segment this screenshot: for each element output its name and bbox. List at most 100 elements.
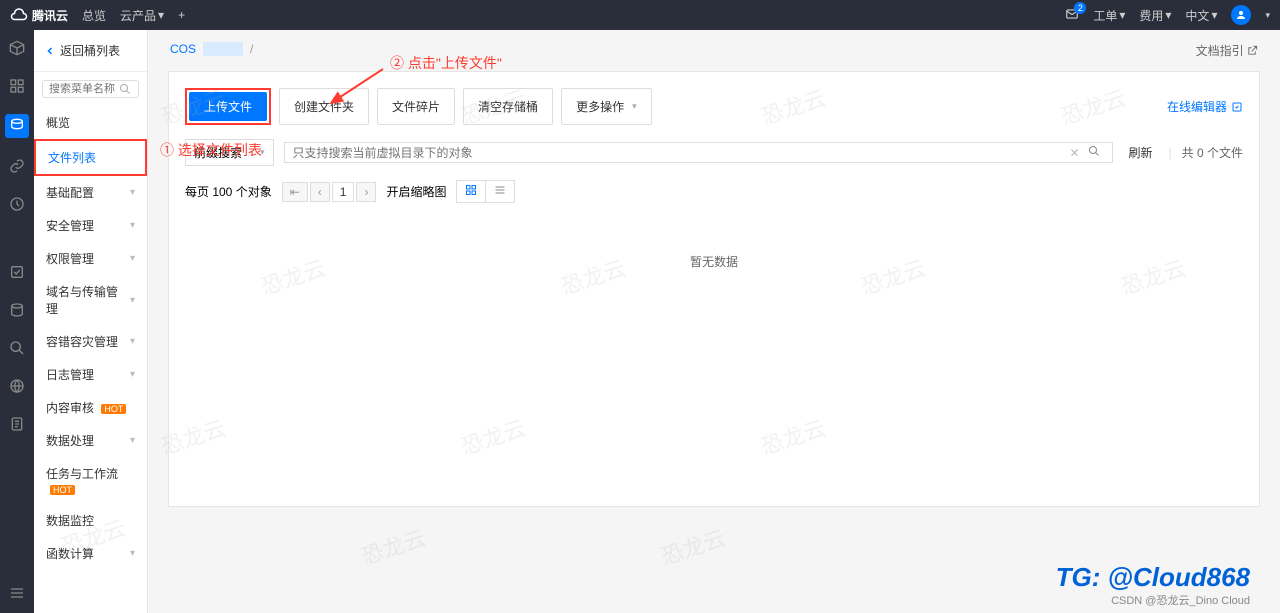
sidebar-item-12[interactable]: 函数计算▾: [34, 537, 147, 570]
external-icon: [1247, 45, 1258, 56]
more-actions-button[interactable]: 更多操作: [561, 88, 652, 125]
breadcrumb: COS /: [170, 42, 253, 59]
sidebar-item-2[interactable]: 基础配置 ▾: [34, 176, 147, 209]
sidebar: 返回桶列表 概览文件列表基础配置▾安全管理▾权限管理▾域名与传输管理▾容错容灾管…: [34, 30, 148, 613]
sidebar-item-label: 概览: [46, 114, 70, 131]
chevron-down-icon: ▾: [130, 253, 135, 264]
create-folder-button[interactable]: 创建文件夹: [279, 88, 369, 125]
brand-logo[interactable]: 腾讯云: [10, 6, 68, 24]
nav-products[interactable]: 云产品 ▾: [120, 7, 164, 24]
rail-doc-icon[interactable]: [7, 414, 27, 434]
nav-fees[interactable]: 费用 ▾: [1139, 7, 1171, 24]
rail-menu-icon[interactable]: [7, 583, 27, 603]
sidebar-item-6[interactable]: 容错容灾管理▾: [34, 325, 147, 358]
sidebar-item-label: 内容审核 HOT: [46, 399, 126, 416]
back-label: 返回桶列表: [60, 42, 120, 59]
view-grid[interactable]: [457, 181, 486, 202]
mail-badge: 2: [1074, 2, 1086, 14]
sidebar-search[interactable]: [42, 80, 139, 98]
sidebar-item-label: 函数计算: [46, 545, 94, 562]
arrow-left-icon: [44, 45, 56, 57]
fragments-button[interactable]: 文件碎片: [377, 88, 455, 125]
chevron-down-icon: ▾: [130, 187, 135, 198]
icon-rail: [0, 30, 34, 613]
sidebar-item-label: 任务与工作流 HOT: [46, 465, 135, 496]
view-toggle: [456, 180, 515, 203]
clear-icon[interactable]: ✕: [1065, 146, 1083, 160]
refresh-button[interactable]: 刷新: [1123, 144, 1159, 161]
rail-cube-icon[interactable]: [7, 38, 27, 58]
pager-row: 每页 100 个对象 ⇤ ‹ 1 › 开启缩略图: [185, 180, 1243, 203]
rail-bucket-icon[interactable]: [5, 114, 29, 138]
sidebar-item-label: 基础配置: [46, 184, 94, 201]
search-field-wrap: ✕: [284, 142, 1113, 163]
back-to-buckets[interactable]: 返回桶列表: [34, 30, 147, 72]
view-list[interactable]: [486, 181, 514, 202]
side-menu: 概览文件列表基础配置▾安全管理▾权限管理▾域名与传输管理▾容错容灾管理▾日志管理…: [34, 106, 147, 570]
search-mode-select[interactable]: 前缀搜索: [185, 139, 274, 166]
upload-highlight: 上传文件: [185, 88, 271, 125]
sidebar-item-9[interactable]: 数据处理▾: [34, 424, 147, 457]
clear-bucket-button[interactable]: 清空存储桶: [463, 88, 553, 125]
toolbar: 上传文件 创建文件夹 文件碎片 清空存储桶 更多操作 在线编辑器: [185, 88, 1243, 125]
rail-search-icon[interactable]: [7, 338, 27, 358]
sidebar-item-0[interactable]: 概览: [34, 106, 147, 139]
nav-lang[interactable]: 中文 ▾: [1185, 7, 1217, 24]
search-input[interactable]: [293, 146, 1066, 160]
search-go-icon[interactable]: [1084, 145, 1104, 160]
toolbar-left: 上传文件 创建文件夹 文件碎片 清空存储桶 更多操作: [185, 88, 652, 125]
empty-state: 暂无数据: [185, 203, 1243, 490]
chevron-down-icon: ▾: [130, 220, 135, 231]
main: COS / 文档指引 上传文件 创建文件夹 文件碎片 清空存储桶 更多操作 在线…: [148, 30, 1280, 613]
sidebar-item-label: 数据监控: [46, 512, 94, 529]
attribution: CSDN @恐龙云_Dino Cloud: [1111, 592, 1250, 608]
brand-text: 腾讯云: [32, 7, 68, 24]
chevron-down-icon: ▾: [130, 336, 135, 347]
sidebar-item-3[interactable]: 安全管理 ▾: [34, 209, 147, 242]
header-left: 腾讯云 总览 云产品 ▾ +: [10, 6, 185, 24]
top-header: 腾讯云 总览 云产品 ▾ + 2 工单 ▾ 费用 ▾ 中文 ▾ ▾: [0, 0, 1280, 30]
nav-plus[interactable]: +: [178, 8, 185, 22]
rail-globe-icon[interactable]: [7, 376, 27, 396]
rail-grid-icon[interactable]: [7, 76, 27, 96]
upload-button[interactable]: 上传文件: [189, 92, 267, 121]
sidebar-search-input[interactable]: [49, 83, 119, 95]
rail-database-icon[interactable]: [7, 300, 27, 320]
sidebar-item-label: 域名与传输管理: [46, 283, 130, 317]
sidebar-item-11[interactable]: 数据监控: [34, 504, 147, 537]
page-first[interactable]: ⇤: [282, 182, 308, 202]
page-next[interactable]: ›: [356, 182, 376, 202]
user-avatar[interactable]: [1231, 5, 1251, 25]
cloud-icon: [10, 6, 28, 24]
rail-link-icon[interactable]: [7, 156, 27, 176]
online-editor-link[interactable]: 在线编辑器: [1167, 98, 1243, 115]
search-bar: 前缀搜索 ✕ 刷新 | 共 0 个文件: [185, 139, 1243, 166]
crumb-bucket[interactable]: [203, 42, 242, 56]
rail-check-icon[interactable]: [7, 262, 27, 282]
sidebar-item-label: 文件列表: [48, 149, 96, 166]
sidebar-item-5[interactable]: 域名与传输管理▾: [34, 275, 147, 325]
sidebar-item-label: 权限管理: [46, 250, 94, 267]
sidebar-item-label: 安全管理: [46, 217, 94, 234]
pager: ⇤ ‹ 1 ›: [282, 182, 377, 202]
hot-badge: HOT: [50, 485, 75, 495]
sidebar-item-1[interactable]: 文件列表: [34, 139, 147, 176]
crumb-sep: /: [250, 42, 253, 56]
mail-icon[interactable]: 2: [1065, 7, 1079, 24]
rail-clock-icon[interactable]: [7, 194, 27, 214]
chevron-down-icon: ▾: [130, 295, 135, 306]
editor-icon: [1231, 101, 1243, 113]
nav-overview[interactable]: 总览: [82, 7, 106, 24]
thumbnail-toggle-label: 开启缩略图: [386, 183, 446, 200]
crumb-cos[interactable]: COS: [170, 42, 196, 56]
avatar-caret[interactable]: ▾: [1265, 10, 1270, 21]
doc-guide-link[interactable]: 文档指引: [1196, 42, 1258, 59]
sidebar-item-4[interactable]: 权限管理 ▾: [34, 242, 147, 275]
page-current[interactable]: 1: [332, 182, 355, 202]
sidebar-item-7[interactable]: 日志管理▾: [34, 358, 147, 391]
sidebar-item-10[interactable]: 任务与工作流 HOT: [34, 457, 147, 504]
page-prev[interactable]: ‹: [310, 182, 330, 202]
search-icon: [119, 83, 131, 95]
nav-tickets[interactable]: 工单 ▾: [1093, 7, 1125, 24]
sidebar-item-8[interactable]: 内容审核 HOT: [34, 391, 147, 424]
